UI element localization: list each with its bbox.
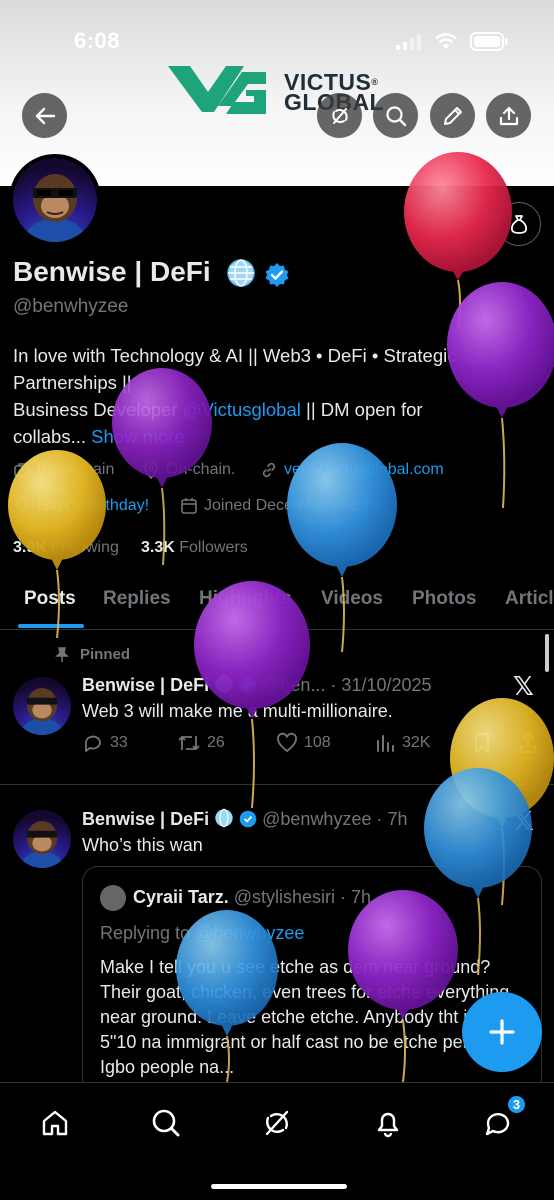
tab-posts[interactable]: Posts (24, 588, 76, 610)
repost-button[interactable]: 26 (177, 732, 225, 754)
search-icon (385, 105, 406, 126)
quote-avatar (100, 885, 126, 911)
grok-button[interactable] (317, 93, 362, 138)
profile-tabs: Posts Replies Highlights Videos Photos A… (0, 584, 554, 630)
quote-replying-to: Replying to @benwhyzee (100, 923, 305, 943)
quote-header: Cyraii Tarz. @stylishesiri · 7h (133, 887, 372, 907)
calendar-icon (181, 498, 197, 514)
verified-badge-icon[interactable] (264, 262, 290, 288)
nav-home[interactable] (35, 1103, 75, 1143)
globe-icon (227, 259, 255, 287)
profile-handle: @benwhyzee (13, 296, 129, 317)
tab-articles[interactable]: Articles (505, 588, 554, 610)
like-icon (277, 732, 297, 753)
tip-button[interactable] (497, 202, 541, 246)
money-bag-icon (510, 215, 528, 234)
search-button[interactable] (373, 93, 418, 138)
bottom-navigation (0, 1082, 554, 1200)
active-tab-indicator (18, 624, 84, 628)
grok-icon (265, 1110, 289, 1136)
profile-joined: Joined December 2022 › (180, 497, 381, 515)
profile-category: Blockchain (13, 461, 114, 479)
verified-badge-icon (239, 676, 257, 694)
post-actions: 33 26 108 32K (82, 732, 542, 758)
globe-icon (215, 808, 233, 828)
scrollbar[interactable] (545, 634, 549, 672)
post-text: Who’s this wan (82, 835, 203, 855)
like-button[interactable]: 108 (276, 732, 331, 754)
bio-mention-link[interactable]: @Victusglobal (183, 399, 301, 420)
reply-button[interactable]: 33 (82, 732, 128, 754)
views-icon (377, 735, 394, 752)
x-logo-icon: 𝕏 (513, 671, 534, 701)
nav-grok[interactable] (257, 1103, 297, 1143)
grok-icon (331, 107, 348, 124)
name-badges (226, 258, 290, 293)
post-share-button[interactable] (518, 732, 538, 754)
post-header: Benwise | DeFi @benwhyzee · 7h (82, 808, 408, 829)
tab-replies[interactable]: Replies (103, 588, 171, 610)
profile-birthday: Happy birthday! (13, 497, 149, 515)
explore-icon (152, 1109, 180, 1137)
nav-explore[interactable] (146, 1103, 186, 1143)
bookmark-button[interactable] (472, 732, 492, 754)
plus-icon (489, 1019, 515, 1045)
views-button[interactable]: 32K (374, 732, 430, 754)
home-icon (42, 1110, 68, 1136)
post-avatar[interactable] (13, 810, 71, 868)
status-bar: 6:08 (0, 28, 554, 58)
quoted-post[interactable]: Cyraii Tarz. @stylishesiri · 7h Replying… (82, 866, 542, 1096)
profile-avatar[interactable] (9, 154, 101, 246)
tab-videos[interactable]: Videos (321, 588, 383, 610)
share-icon (499, 106, 518, 125)
show-more-link[interactable]: Show more (91, 426, 185, 447)
tab-photos[interactable]: Photos (412, 588, 476, 610)
followers-link[interactable]: 3.3K Followers (141, 539, 248, 557)
back-button[interactable] (22, 93, 67, 138)
share-icon (520, 732, 536, 753)
status-time: 6:08 (74, 28, 121, 53)
share-button[interactable] (486, 93, 531, 138)
home-indicator[interactable] (211, 1184, 347, 1189)
pin-icon (55, 646, 69, 662)
bookmark-icon (475, 733, 489, 754)
post-text: Web 3 will make me a multi-millionaire. (82, 701, 393, 721)
post-avatar[interactable] (13, 677, 71, 735)
verified-badge-icon (239, 810, 257, 828)
nav-notifications[interactable] (368, 1103, 408, 1143)
following-link[interactable]: 3.9K Following (13, 539, 119, 557)
edit-icon (443, 106, 462, 125)
wifi-icon (435, 33, 457, 49)
x-logo-icon: 𝕏 (513, 806, 534, 836)
balloon-icon (16, 497, 28, 514)
location-icon (144, 461, 158, 479)
edit-button[interactable] (430, 93, 475, 138)
profile-location: On-chain. (142, 461, 235, 479)
tab-highlights[interactable]: Highlights (199, 588, 292, 610)
joined-chevron-icon: › (375, 497, 381, 514)
signal-icon (396, 34, 421, 50)
reply-icon (85, 735, 101, 752)
profile-bio: In love with Technology & AI || Web3 • D… (13, 345, 457, 447)
messages-badge: 3 (506, 1094, 527, 1115)
repost-icon (178, 735, 200, 751)
victus-logo-mark (168, 66, 266, 114)
post-divider (0, 784, 554, 785)
ape-avatar-image (23, 174, 87, 242)
compose-post-button[interactable] (462, 992, 542, 1072)
profile-website[interactable]: verify.victusglobal.com (260, 461, 444, 479)
briefcase-icon (14, 463, 30, 477)
profile-name: Benwise | DeFi (13, 256, 211, 287)
link-icon (262, 462, 276, 478)
back-arrow-icon (35, 107, 55, 124)
globe-icon (215, 674, 233, 694)
pinned-label: Pinned (54, 646, 130, 663)
post-header: Benwise | DeFi @ben... · 31/10/2025 (82, 674, 432, 695)
battery-icon (470, 32, 508, 51)
notifications-icon (377, 1112, 399, 1138)
